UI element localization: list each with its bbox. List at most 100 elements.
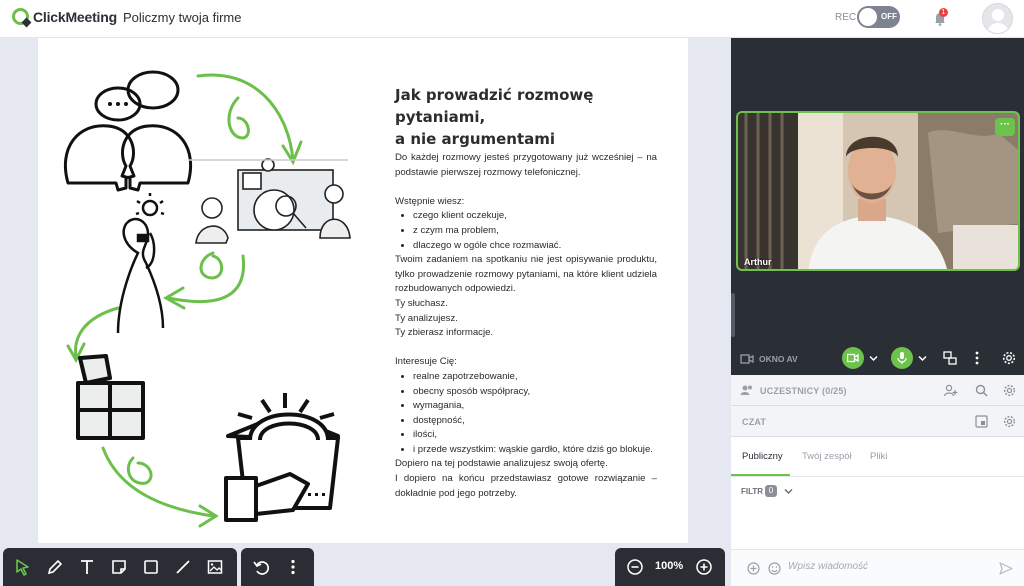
zoom-toolbar: 100% bbox=[615, 548, 725, 586]
slide-intro: Do każdej rozmowy jesteś przygotowany ju… bbox=[395, 152, 657, 178]
filter-count-badge: 0 bbox=[765, 485, 777, 497]
shape-tool[interactable] bbox=[135, 551, 167, 583]
filter-chevron-down-icon[interactable] bbox=[784, 488, 793, 495]
rec-label: REC bbox=[835, 12, 857, 23]
right-panel: Arthur ··· OKNO AV UCZESTNICY (0/25) CZA… bbox=[731, 38, 1024, 586]
zoom-in-icon[interactable] bbox=[695, 558, 713, 576]
slide-task: Twoim zadaniem na spotkaniu nie jest opi… bbox=[395, 254, 657, 295]
presentation-slide: Jak prowadzić rozmowę pytaniami, a nie a… bbox=[38, 38, 688, 543]
list-item: czego klient oczekuje, bbox=[413, 209, 657, 224]
layout-icon[interactable] bbox=[943, 351, 957, 365]
slide-title-line-1: Jak prowadzić rozmowę pytaniami, bbox=[395, 86, 594, 126]
history-toolbar bbox=[241, 548, 314, 586]
slide-line: Ty zbierasz informacje. bbox=[395, 327, 494, 339]
clickmeeting-logo: ClickMeeting bbox=[12, 8, 117, 25]
line-icon bbox=[176, 560, 190, 574]
av-window-label: OKNO AV bbox=[759, 354, 798, 364]
rectangle-icon bbox=[144, 560, 158, 574]
chat-gear-icon[interactable] bbox=[1003, 415, 1016, 428]
interest-list: realne zapotrzebowanie, obecny sposób ws… bbox=[395, 370, 657, 458]
participant-name: Arthur bbox=[744, 257, 772, 267]
list-item: i przede wszystkim: wąskie gardło, które… bbox=[413, 443, 657, 458]
slide-title: Jak prowadzić rozmowę pytaniami, a nie a… bbox=[395, 84, 675, 150]
undo-button[interactable] bbox=[245, 551, 277, 583]
list-item: realne zapotrzebowanie, bbox=[413, 370, 657, 385]
participants-section[interactable]: UCZESTNICY (0/25) bbox=[731, 375, 1024, 406]
interest-heading: Interesuje Cię: bbox=[395, 356, 457, 368]
camera-small-icon bbox=[740, 354, 754, 364]
list-item: wymagania, bbox=[413, 399, 657, 414]
drawing-toolbar bbox=[3, 548, 237, 586]
camera-icon bbox=[847, 353, 859, 363]
more-icon bbox=[291, 559, 295, 575]
rec-state: OFF bbox=[881, 12, 897, 21]
text-icon bbox=[81, 560, 93, 574]
image-tool[interactable] bbox=[199, 551, 231, 583]
notification-badge: 1 bbox=[939, 8, 948, 17]
list-item: ilości, bbox=[413, 428, 657, 443]
participants-icon bbox=[740, 385, 752, 395]
chat-section-header[interactable]: CZAT bbox=[731, 406, 1024, 437]
slide-title-line-2: a nie argumentami bbox=[395, 130, 556, 148]
mic-chevron-down-icon[interactable] bbox=[918, 355, 927, 362]
active-tab-indicator bbox=[731, 474, 790, 476]
panel-resize-handle[interactable] bbox=[731, 293, 735, 337]
message-input[interactable] bbox=[788, 561, 988, 572]
slide-line: Ty słuchasz. bbox=[395, 297, 448, 309]
tab-public[interactable]: Publiczny bbox=[742, 451, 783, 462]
brand-name: ClickMeeting bbox=[33, 8, 117, 25]
tab-team[interactable]: Twój zespół bbox=[802, 451, 852, 462]
participants-label: UCZESTNICY (0/25) bbox=[760, 386, 847, 396]
zoom-out-icon[interactable] bbox=[626, 558, 644, 576]
av-more-icon[interactable] bbox=[974, 351, 980, 365]
av-controls: OKNO AV bbox=[731, 343, 1024, 375]
camera-chevron-down-icon[interactable] bbox=[869, 355, 878, 362]
camera-button[interactable] bbox=[842, 347, 864, 369]
more-button[interactable] bbox=[277, 551, 309, 583]
user-avatar[interactable] bbox=[982, 3, 1013, 34]
logo-mark-icon bbox=[12, 8, 29, 25]
rec-toggle[interactable]: OFF bbox=[857, 6, 900, 28]
slide-closing-1: Dopiero na tej podstawie analizujesz swo… bbox=[395, 458, 608, 470]
list-item: z czym ma problem, bbox=[413, 224, 657, 239]
top-bar: ClickMeeting Policzmy twoja firme REC OF… bbox=[0, 0, 1024, 38]
line-tool[interactable] bbox=[167, 551, 199, 583]
slide-closing-2: I dopiero na końcu przedstawiasz gotowe … bbox=[395, 473, 657, 499]
know-list: czego klient oczekuje, z czym ma problem… bbox=[395, 209, 657, 253]
add-attachment-icon[interactable] bbox=[747, 562, 760, 575]
video-menu-button[interactable]: ··· bbox=[995, 118, 1015, 136]
text-tool[interactable] bbox=[71, 551, 103, 583]
list-item: dostępność, bbox=[413, 414, 657, 429]
undo-icon bbox=[253, 561, 270, 575]
participants-gear-icon[interactable] bbox=[1003, 384, 1016, 397]
note-tool[interactable] bbox=[103, 551, 135, 583]
participant-video[interactable]: Arthur ··· bbox=[736, 111, 1020, 271]
add-participant-icon[interactable] bbox=[944, 384, 958, 397]
slide-body: Do każdej rozmowy jesteś przygotowany ju… bbox=[395, 151, 657, 501]
search-icon[interactable] bbox=[975, 384, 988, 397]
chat-label: CZAT bbox=[742, 417, 767, 427]
pointer-tool[interactable] bbox=[7, 551, 39, 583]
slide-line: Ty analizujesz. bbox=[395, 312, 458, 324]
list-item: obecny sposób współpracy, bbox=[413, 385, 657, 400]
filter-label: FILTR bbox=[741, 487, 764, 496]
rec-toggle-knob bbox=[859, 8, 877, 26]
av-settings-gear-icon[interactable] bbox=[1002, 351, 1016, 365]
video-frame bbox=[738, 113, 1018, 269]
zoom-level: 100% bbox=[655, 560, 684, 572]
image-icon bbox=[207, 560, 223, 574]
tab-files[interactable]: Pliki bbox=[870, 451, 887, 462]
microphone-icon bbox=[897, 352, 907, 364]
chat-tabs: Publiczny Twój zespół Pliki bbox=[731, 437, 1024, 477]
chat-popout-icon[interactable] bbox=[975, 415, 988, 428]
pen-tool[interactable] bbox=[39, 551, 71, 583]
whiteboard-area[interactable]: Jak prowadzić rozmowę pytaniami, a nie a… bbox=[0, 38, 731, 586]
list-item: dlaczego w ogóle chce rozmawiać. bbox=[413, 239, 657, 254]
send-icon[interactable] bbox=[999, 562, 1013, 575]
meeting-title: Policzmy twoja firme bbox=[123, 10, 242, 25]
microphone-button[interactable] bbox=[891, 347, 913, 369]
emoji-icon[interactable] bbox=[768, 562, 781, 575]
know-heading: Wstępnie wiesz: bbox=[395, 195, 465, 207]
chat-panel: Publiczny Twój zespół Pliki FILTR 0 bbox=[731, 437, 1024, 586]
slide-illustration bbox=[63, 70, 351, 528]
